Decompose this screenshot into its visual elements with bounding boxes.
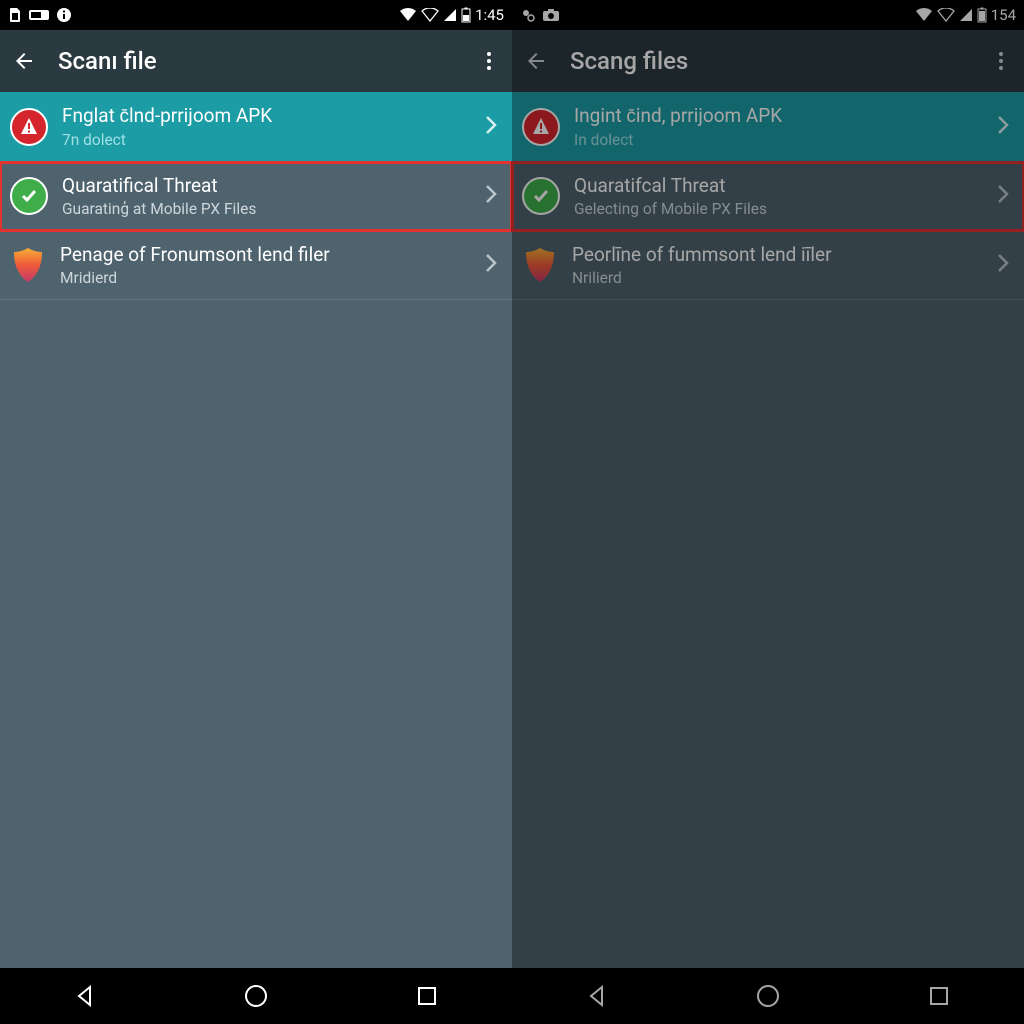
status-right: 1:45	[399, 6, 504, 24]
camera-icon	[542, 8, 560, 22]
scan-result-list: Fnglat c̄lnd-prrijoom APK 7n dolect Quar…	[0, 92, 512, 968]
row-title: Fnglat c̄lnd-prrijoom APK	[62, 104, 470, 128]
status-time: 1:45	[475, 6, 504, 24]
status-left	[520, 7, 560, 23]
status-left	[8, 7, 72, 23]
row-title: Peorlīne of fummsont lend iīler	[572, 243, 982, 266]
battery-icon	[977, 7, 987, 23]
chevron-right-icon	[484, 114, 498, 140]
page-title: Scanı file	[58, 47, 456, 75]
back-button[interactable]	[12, 49, 36, 73]
row-subtitle: 7n dolect	[62, 131, 470, 149]
scan-result-list: Ingint c̄ind, prrijoom APK In dolect Qua…	[512, 92, 1024, 968]
info-circle-icon	[56, 7, 72, 23]
battery-icon	[461, 7, 471, 23]
row-title: Penage of Fronumsont lend filer	[60, 243, 470, 266]
nav-recent-button[interactable]	[392, 985, 462, 1007]
row-title: Quaratifcal Threat	[574, 174, 982, 197]
phone-right: 154 Scang files Ingint c̄ind, prrijoom A…	[512, 0, 1024, 1024]
row-texts: Penage of Fronumsont lend filer Mridierd	[60, 243, 470, 287]
check-icon	[10, 177, 48, 215]
overflow-menu-button[interactable]	[478, 50, 500, 72]
nav-home-button[interactable]	[221, 983, 291, 1009]
back-button[interactable]	[524, 49, 548, 73]
cell-signal-icon	[959, 8, 973, 22]
chevron-right-icon	[484, 183, 498, 209]
row-texts: Fnglat c̄lnd-prrijoom APK 7n dolect	[62, 104, 470, 149]
scan-result-row[interactable]: Penage of Fronumsont lend filer Mridierd	[0, 231, 512, 300]
app-bar: Scang files	[512, 30, 1024, 92]
status-right: 154	[915, 6, 1016, 24]
wifi-icon	[915, 8, 933, 22]
row-subtitle: In dolect	[574, 131, 982, 149]
row-texts: Peorlīne of fummsont lend iīler Nrilierd	[572, 243, 982, 287]
phone-left: 1:45 Scanı file Fnglat c̄lnd-prrijoom AP…	[0, 0, 512, 1024]
status-bar: 154	[512, 0, 1024, 30]
android-nav-bar	[0, 968, 512, 1024]
shield-icon	[10, 246, 46, 284]
shield-icon	[522, 246, 558, 284]
scan-result-row-highlighted[interactable]: Quaratifcal Threat Gelecting of Mobile P…	[512, 162, 1024, 231]
chevron-right-icon	[996, 183, 1010, 209]
nav-back-button[interactable]	[50, 984, 120, 1008]
row-texts: Quaratifical Threat Guaratinģ at Mobile …	[62, 174, 470, 218]
alert-icon	[522, 108, 560, 146]
nav-recent-button[interactable]	[904, 985, 974, 1007]
sim-card-icon	[8, 7, 22, 23]
chevron-right-icon	[996, 252, 1010, 278]
row-title: Ingint c̄ind, prrijoom APK	[574, 104, 982, 128]
row-texts: Ingint c̄ind, prrijoom APK In dolect	[574, 104, 982, 149]
chevron-right-icon	[996, 114, 1010, 140]
wifi-icon-2	[421, 8, 439, 22]
scan-result-row[interactable]: Ingint c̄ind, prrijoom APK In dolect	[512, 92, 1024, 162]
scan-result-row[interactable]: Peorlīne of fummsont lend iīler Nrilierd	[512, 231, 1024, 300]
status-time: 154	[991, 6, 1016, 24]
wifi-icon-2	[937, 8, 955, 22]
row-subtitle: Mridierd	[60, 269, 470, 287]
overflow-menu-button[interactable]	[990, 50, 1012, 72]
alert-icon	[10, 108, 48, 146]
row-subtitle: Nrilierd	[572, 269, 982, 287]
row-texts: Quaratifcal Threat Gelecting of Mobile P…	[574, 174, 982, 218]
nav-home-button[interactable]	[733, 983, 803, 1009]
page-title: Scang files	[570, 47, 968, 75]
cell-signal-icon	[443, 8, 457, 22]
row-subtitle: Guaratinģ at Mobile PX Files	[62, 200, 470, 218]
android-nav-bar	[512, 968, 1024, 1024]
scan-result-row[interactable]: Fnglat c̄lnd-prrijoom APK 7n dolect	[0, 92, 512, 162]
app-bar: Scanı file	[0, 30, 512, 92]
nav-back-button[interactable]	[562, 984, 632, 1008]
status-bar: 1:45	[0, 0, 512, 30]
scan-result-row-highlighted[interactable]: Quaratifical Threat Guaratinģ at Mobile …	[0, 162, 512, 231]
chevron-right-icon	[484, 252, 498, 278]
mystery-icon-1	[520, 7, 536, 23]
check-icon	[522, 177, 560, 215]
pill-icon	[28, 8, 50, 22]
wifi-icon	[399, 8, 417, 22]
row-title: Quaratifical Threat	[62, 174, 470, 197]
row-subtitle: Gelecting of Mobile PX Files	[574, 200, 982, 218]
